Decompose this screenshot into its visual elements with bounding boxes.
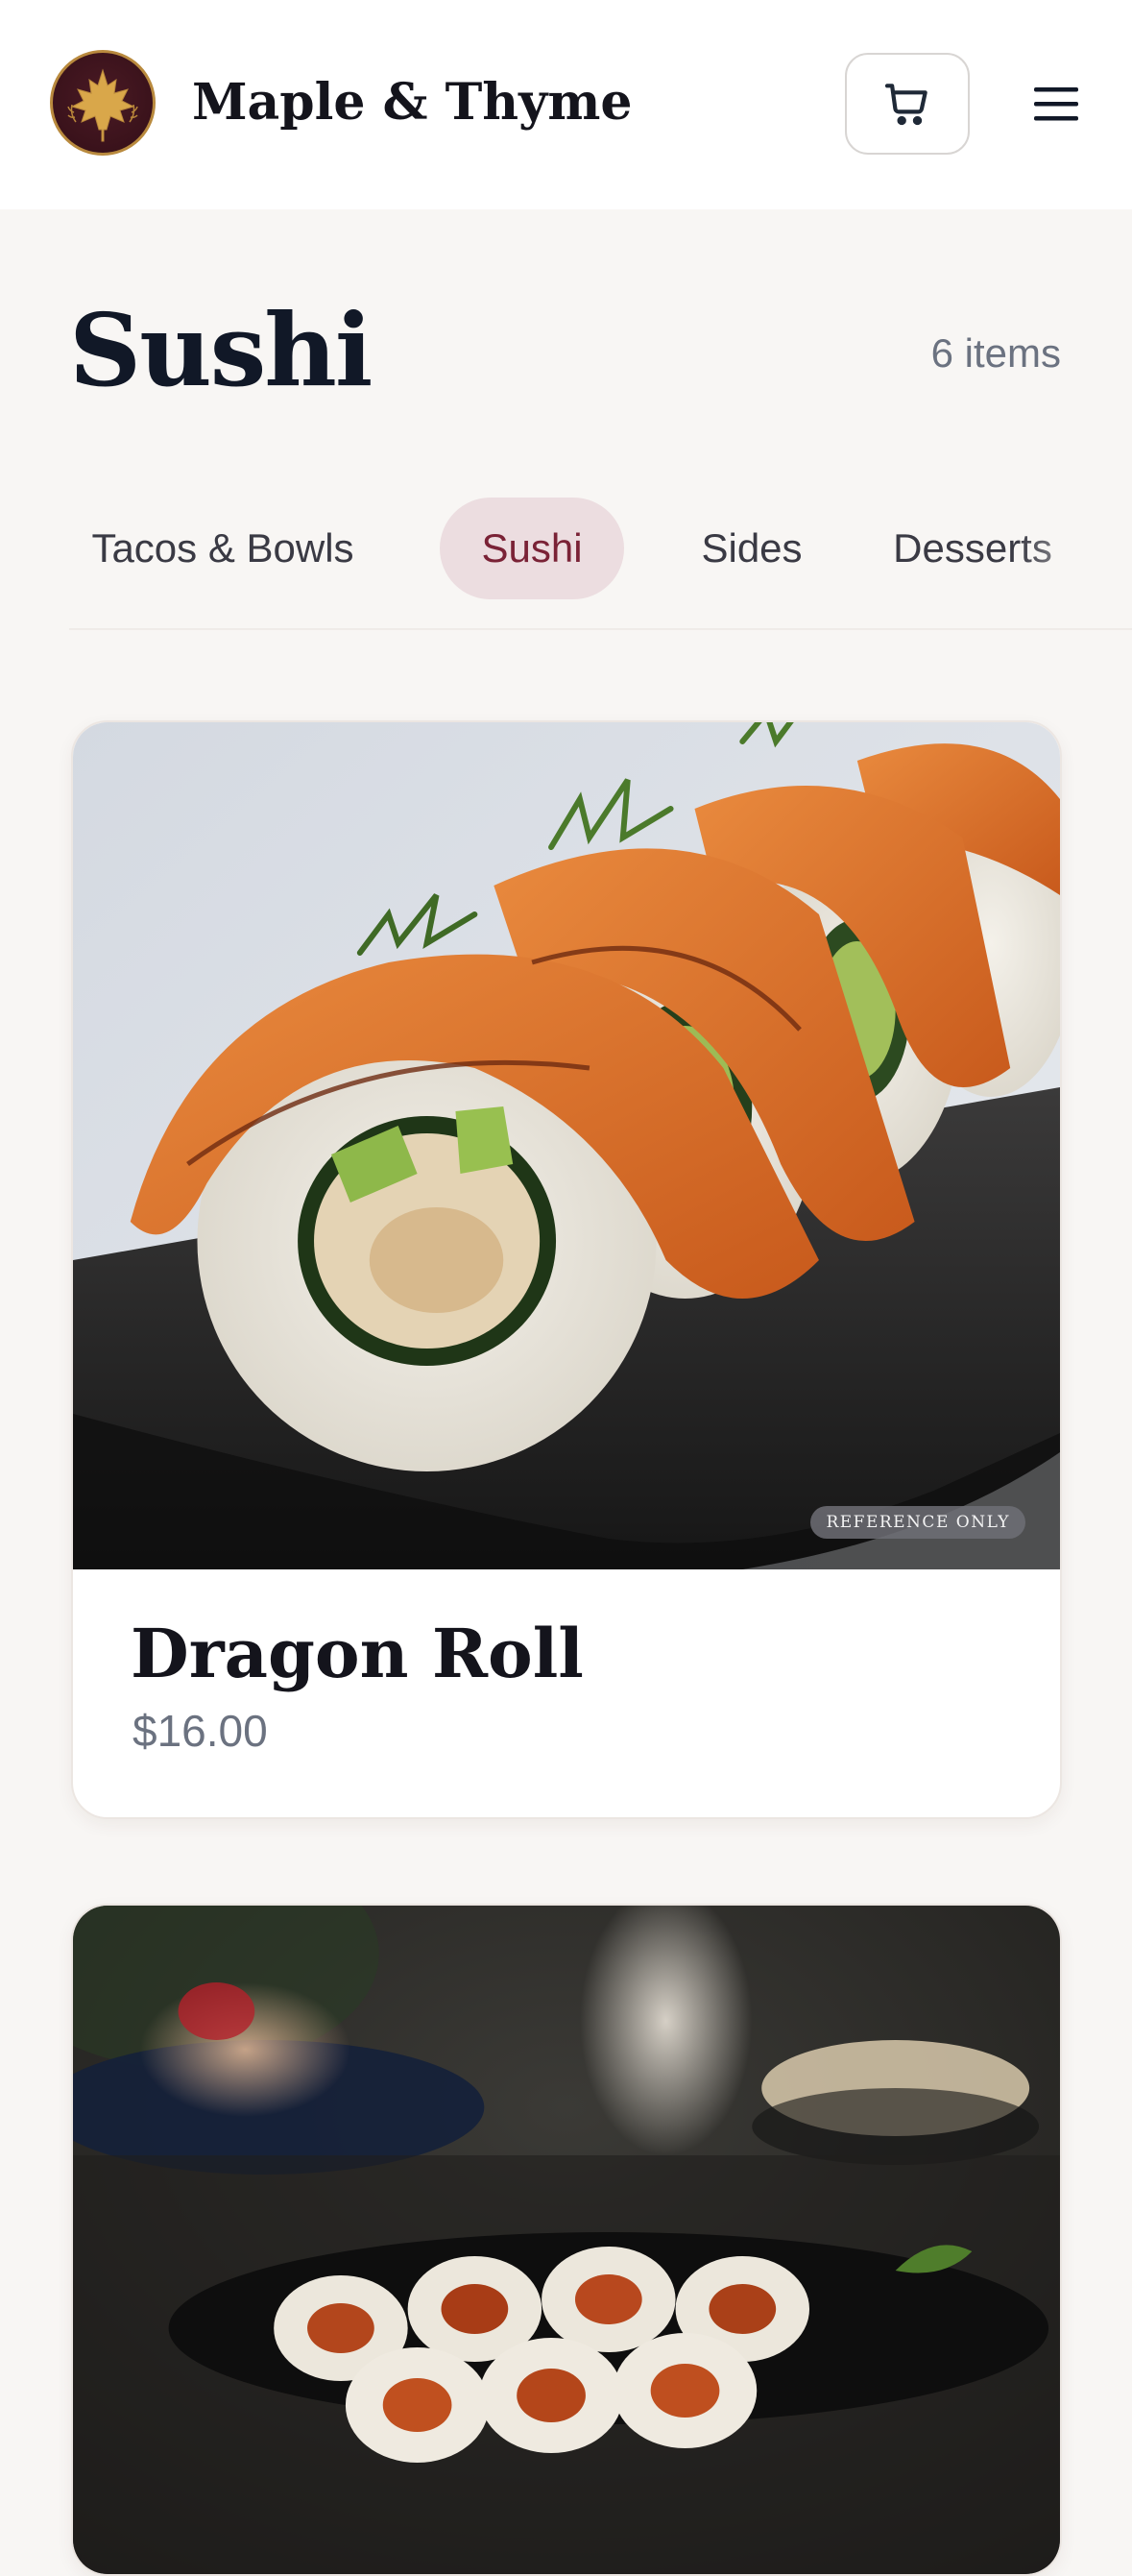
- hamburger-menu-icon: [1034, 87, 1078, 121]
- menu-button[interactable]: [1022, 69, 1091, 138]
- maple-leaf-icon: [67, 68, 138, 142]
- app-header: Maple & Thyme: [0, 0, 1132, 209]
- item-photo: [73, 1906, 1060, 2574]
- logo[interactable]: [50, 50, 156, 156]
- item-count: 6 items: [930, 330, 1061, 376]
- item-name: Dragon Roll: [131, 1614, 584, 1693]
- tabs-fade-overlay: [1017, 476, 1132, 628]
- menu-item-card[interactable]: REFERENCE ONLY Dragon Roll $16.00: [71, 720, 1062, 1819]
- item-price: $16.00: [132, 1706, 268, 1756]
- tab-sushi[interactable]: Sushi: [440, 498, 624, 599]
- brand-name[interactable]: Maple & Thyme: [192, 67, 632, 138]
- page-title: Sushi: [69, 291, 373, 409]
- cart-button[interactable]: [845, 53, 970, 155]
- menu-item-card[interactable]: [71, 1904, 1062, 2576]
- tab-sides[interactable]: Sides: [670, 498, 833, 599]
- tab-tacos-bowls[interactable]: Tacos & Bowls: [79, 498, 367, 599]
- item-photo: [73, 722, 1060, 1569]
- category-tabs: Tacos & Bowls Sushi Sides Desserts: [69, 476, 1132, 630]
- reference-only-badge: REFERENCE ONLY: [810, 1506, 1025, 1539]
- cart-icon: [884, 84, 927, 126]
